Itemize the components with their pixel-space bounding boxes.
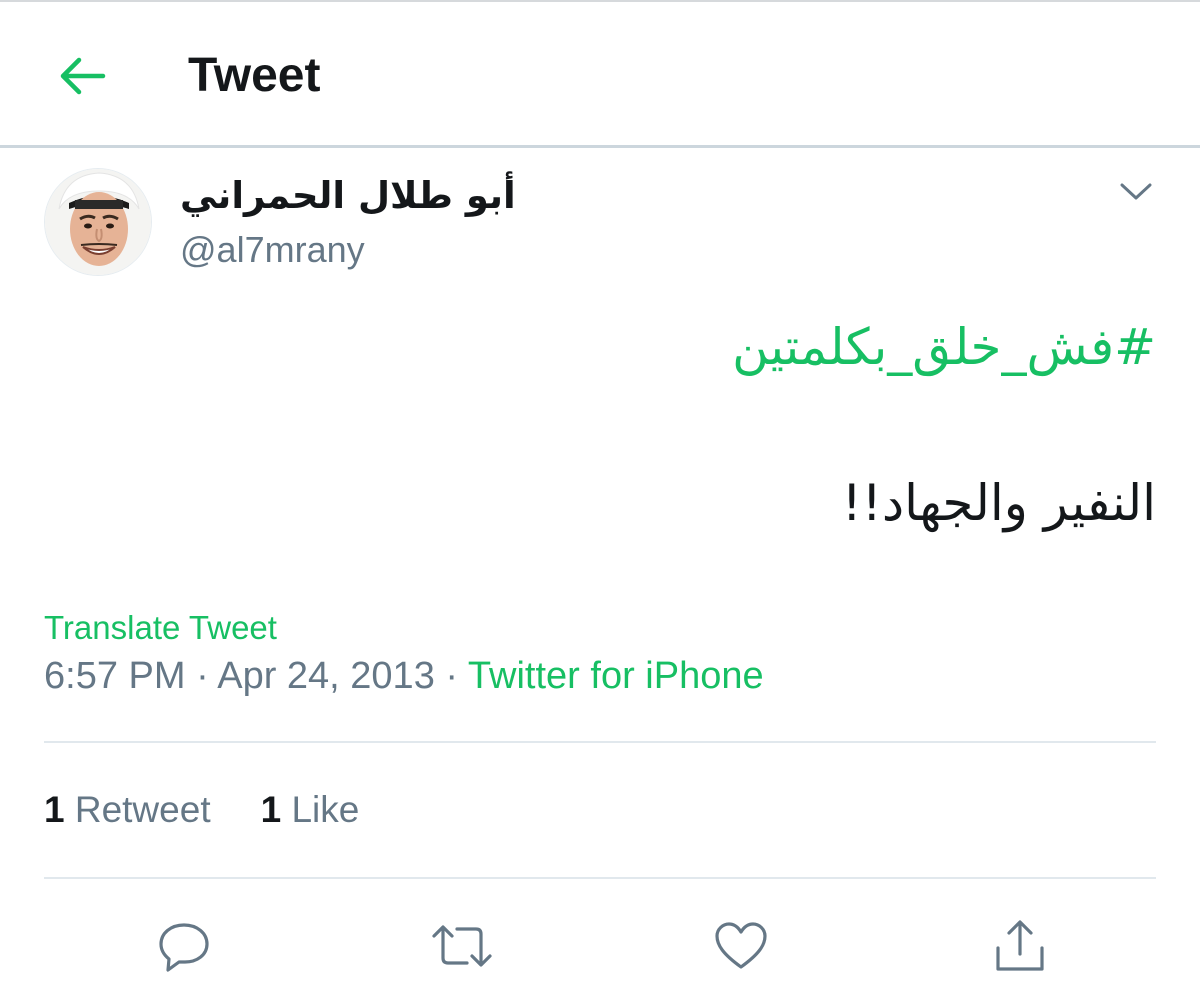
header-divider (0, 145, 1200, 148)
chevron-down-icon (1120, 183, 1152, 200)
retweets-stat[interactable]: 1 Retweet (44, 786, 211, 834)
tweet-date: Apr 24, 2013 (217, 655, 435, 697)
retweet-icon (432, 925, 492, 967)
meta-separator: · (434, 655, 468, 697)
header-bar: Tweet (0, 2, 1200, 145)
like-button[interactable] (709, 914, 773, 978)
translate-tweet-link[interactable]: Translate Tweet (44, 606, 277, 650)
likes-label: Like (291, 789, 360, 830)
retweets-count: 1 (44, 789, 65, 830)
hashtag-link[interactable]: #فش_خلق_بكلمتين (56, 312, 1156, 382)
heart-icon (715, 922, 767, 969)
retweet-button[interactable] (430, 914, 494, 978)
likes-stat[interactable]: 1 Like (261, 786, 360, 834)
tweet-stats: 1 Retweet 1 Like (44, 786, 409, 834)
share-button[interactable] (988, 914, 1052, 978)
likes-count: 1 (260, 789, 282, 830)
tweet-menu-button[interactable] (1112, 172, 1160, 212)
tweet-source-link[interactable]: Twitter for iPhone (468, 655, 764, 697)
reply-icon (159, 923, 209, 972)
share-icon (996, 920, 1044, 971)
tweet-text: النفير والجهاد!! (841, 474, 1156, 532)
tweet-metadata: 6:57 PM · Apr 24, 2013 · Twitter for iPh… (44, 652, 764, 700)
divider (44, 877, 1156, 879)
tweet-time: 6:57 PM (44, 655, 186, 697)
author-display-name[interactable]: أبو طلال الحمراني (180, 172, 516, 220)
arrow-left-icon (60, 57, 106, 95)
meta-separator: · (185, 655, 218, 697)
tweet-detail-screen: Tweet أبو طلال الحمراني @al7mrany #فش_خل… (0, 0, 1200, 991)
reply-button[interactable] (152, 914, 216, 978)
page-title: Tweet (188, 49, 321, 102)
author-handle[interactable]: @al7mrany (180, 226, 365, 274)
tweet-body: #فش_خلق_بكلمتين النفير والجهاد!! (56, 312, 1156, 538)
avatar[interactable] (44, 168, 152, 276)
back-button[interactable] (50, 48, 114, 104)
divider (44, 741, 1156, 743)
retweets-label: Retweet (74, 789, 211, 830)
